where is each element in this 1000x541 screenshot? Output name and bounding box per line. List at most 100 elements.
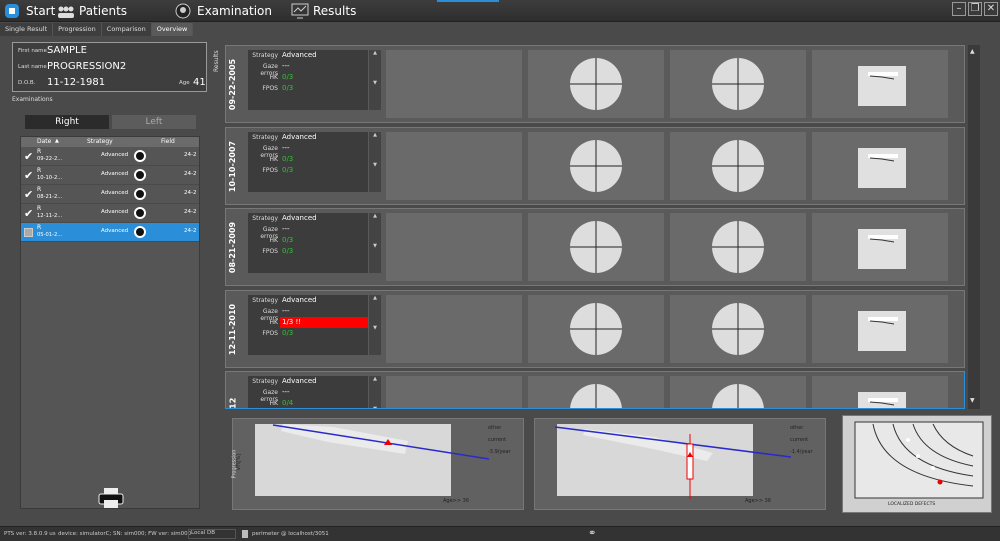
checkmark-icon[interactable]: ✔	[24, 169, 33, 182]
fpos-label: FPOS	[262, 167, 278, 174]
defect-curve-thumbnail[interactable]	[812, 295, 948, 363]
info-scroll-up[interactable]: ▲	[369, 295, 381, 325]
col-field-header[interactable]: Field	[161, 138, 175, 145]
legend-other: other	[488, 425, 502, 431]
exam-strategy: Advanced	[101, 152, 129, 158]
defect-curve-thumbnail[interactable]	[812, 50, 948, 118]
info-scroll-down[interactable]: ▼	[369, 243, 381, 273]
link-icon[interactable]: ⚭	[588, 528, 596, 539]
exam-list-row[interactable]: ✔ R 09-22-2... Advanced 24-2	[21, 147, 199, 166]
close-button[interactable]: ✕	[984, 2, 998, 16]
scroll-up-icon[interactable]: ▲	[970, 48, 975, 55]
col-date-header[interactable]: Date	[37, 138, 51, 145]
hk-label: HK	[269, 156, 278, 163]
info-scroll-down[interactable]: ▼	[369, 325, 381, 355]
dob-label: D.O.B.	[18, 80, 36, 86]
md-current-box	[686, 443, 694, 480]
checkmark-icon[interactable]: ✔	[24, 150, 33, 163]
exam-list-row[interactable]: ✔ R 10-10-2... Advanced 24-2	[21, 166, 199, 185]
examination-list-header: Date ▲ Strategy Field	[21, 137, 199, 147]
info-scroll-down[interactable]: ▼	[369, 406, 381, 408]
strategy-value: Advanced	[282, 133, 317, 141]
numeric-map-thumbnail[interactable]	[386, 132, 522, 200]
tab-progression[interactable]: Progression	[53, 23, 102, 36]
info-scroll-up[interactable]: ▲	[369, 376, 381, 406]
tab-comparison[interactable]: Comparison	[101, 23, 152, 36]
eye-tab-left[interactable]: Left	[112, 115, 196, 129]
info-scroll-down[interactable]: ▼	[369, 162, 381, 192]
info-scroll-up[interactable]: ▲	[369, 50, 381, 80]
probability-map-thumbnail[interactable]	[670, 132, 806, 200]
info-scroll-up[interactable]: ▲	[369, 132, 381, 162]
grayscale-map-thumbnail[interactable]	[528, 50, 664, 118]
exam-result-block[interactable]: -2012StrategyAdvancedGaze errors---HK0/4…	[225, 371, 965, 409]
patients-icon	[57, 3, 74, 19]
defect-curve-thumbnail[interactable]	[812, 132, 948, 200]
exam-result-block[interactable]: 09-22-2005 Strategy Advanced Gaze errors ---…	[225, 45, 965, 123]
sort-ascending-icon[interactable]: ▲	[55, 138, 59, 144]
numeric-map-thumbnail[interactable]	[386, 376, 522, 408]
fpos-value: 0/3	[282, 329, 294, 337]
nav-examination-button[interactable]: Examination	[175, 0, 272, 22]
probability-map-thumbnail[interactable]	[670, 50, 806, 118]
gaze-value: ---	[282, 388, 290, 396]
restore-button[interactable]: ❐	[968, 2, 982, 16]
exam-info-panel: Strategy Advanced Gaze errors --- HK 1/3 !! FP…	[248, 295, 368, 355]
probability-map-thumbnail[interactable]	[670, 295, 806, 363]
close-icon: ✕	[986, 3, 996, 14]
defect-curve-thumbnail[interactable]	[812, 213, 948, 281]
examination-icon	[175, 3, 191, 19]
last-name-label: Last name	[18, 64, 47, 70]
exam-list-row[interactable]: ✔ R 08-21-2... Advanced 24-2	[21, 185, 199, 204]
minimize-button[interactable]: –	[952, 2, 966, 16]
results-scrollbar[interactable]: ▲ ▼	[968, 45, 980, 409]
exam-result-block[interactable]: 10-10-2007 Strategy Advanced Gaze errors ---…	[225, 127, 965, 205]
grayscale-map-thumbnail[interactable]	[528, 213, 664, 281]
grayscale-map-thumbnail[interactable]	[528, 132, 664, 200]
active-tab-indicator	[437, 0, 499, 2]
col-strategy-header[interactable]: Strategy	[87, 138, 113, 145]
checkmark-icon[interactable]: ✔	[24, 207, 33, 220]
grayscale-map-thumbnail[interactable]	[528, 295, 664, 363]
gaze-value: ---	[282, 307, 290, 315]
exam-result-block[interactable]: 08-21-2009 Strategy Advanced Gaze errors ---…	[225, 208, 965, 286]
eye-tab-right[interactable]: Right	[25, 115, 109, 129]
strategy-label: Strategy	[252, 134, 278, 141]
top-navigation-bar	[0, 0, 1000, 22]
server-icon	[242, 530, 248, 538]
scroll-down-icon[interactable]: ▼	[970, 397, 975, 404]
exam-date-vertical: 08-21-2009	[227, 209, 239, 285]
hk-value: 0/3	[282, 73, 294, 81]
exam-list-row[interactable]: R 05-01-2... Advanced 24-2	[21, 223, 199, 242]
nav-patients-label: Patients	[79, 4, 128, 18]
numeric-map-thumbnail[interactable]	[386, 295, 522, 363]
grayscale-map-thumbnail[interactable]	[528, 376, 664, 408]
gaze-value: ---	[282, 225, 290, 233]
results-label: Results	[213, 50, 220, 72]
print-button[interactable]	[98, 487, 124, 509]
examination-list: Date ▲ Strategy Field ✔ R 09-22-2... Advanc…	[20, 136, 200, 509]
nav-patients-button[interactable]: Patients	[57, 0, 127, 22]
md-legend: other current -1.4/year	[790, 425, 813, 455]
numeric-map-thumbnail[interactable]	[386, 50, 522, 118]
nav-start-button[interactable]: Start	[4, 0, 55, 22]
numeric-map-thumbnail[interactable]	[386, 213, 522, 281]
nav-results-button[interactable]: Results	[291, 0, 356, 22]
info-scroll-down[interactable]: ▼	[369, 80, 381, 110]
database-indicator: Local DB	[188, 529, 236, 539]
exam-eye: R	[37, 167, 42, 174]
exam-field: 24-2	[184, 152, 197, 158]
exam-result-block[interactable]: 12-11-2010 Strategy Advanced Gaze errors ---…	[225, 290, 965, 368]
hk-value: 0/4	[282, 399, 294, 407]
bebie-point	[916, 454, 920, 458]
info-scroll-up[interactable]: ▲	[369, 213, 381, 243]
checkbox[interactable]	[24, 228, 33, 237]
tab-overview[interactable]: Overview	[151, 23, 194, 36]
defect-curve-thumbnail[interactable]	[812, 376, 948, 408]
tab-single-result[interactable]: Single Result	[0, 23, 54, 36]
probability-map-thumbnail[interactable]	[670, 213, 806, 281]
checkmark-icon[interactable]: ✔	[24, 188, 33, 201]
exam-eye: R	[37, 186, 42, 193]
probability-map-thumbnail[interactable]	[670, 376, 806, 408]
exam-list-row[interactable]: ✔ R 12-11-2... Advanced 24-2	[21, 204, 199, 223]
